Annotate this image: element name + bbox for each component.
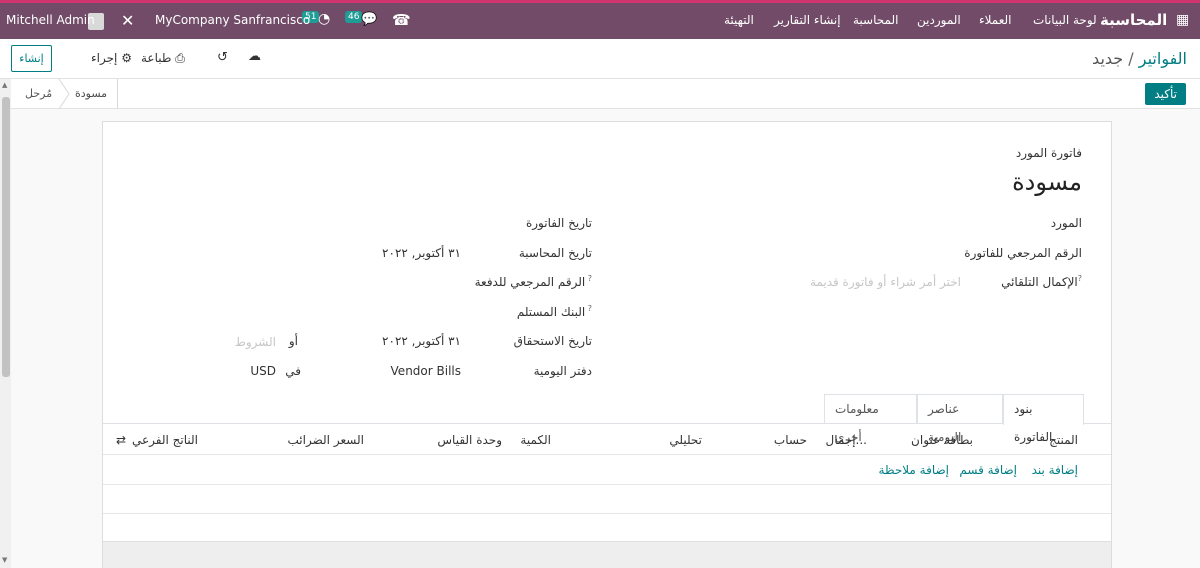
auto-complete-label-text: الإكمال التلقائي (1001, 275, 1078, 289)
breadcrumb-separator: / (1128, 49, 1134, 68)
print-label: طباعة (141, 51, 172, 65)
breadcrumb: الفواتير / جديد (1092, 49, 1187, 68)
chat-icon[interactable]: 💬 (361, 12, 377, 27)
col-quantity[interactable]: الكمية (520, 433, 551, 447)
tab-invoice-lines[interactable]: بنود الفاتورة (1003, 394, 1084, 444)
help-icon[interactable]: ? (585, 304, 592, 313)
due-date-field[interactable]: ٣١ أكتوبر, ٢٠٢٢ (382, 334, 461, 348)
gear-icon: ⚙ (121, 51, 132, 65)
add-section-link[interactable]: إضافة قسم (959, 463, 1017, 477)
discard-icon[interactable]: ↺ (217, 50, 228, 65)
payment-terms-input[interactable]: الشروط (235, 335, 276, 349)
recipient-bank-label-text: البنك المستلم (516, 305, 586, 319)
scroll-up-arrow[interactable]: ▲ (2, 81, 7, 89)
accounting-date-field[interactable]: ٣١ أكتوبر, ٢٠٢٢ (382, 246, 461, 260)
menu-dashboard[interactable]: لوحة البيانات (1033, 13, 1097, 27)
help-icon[interactable]: ? (585, 274, 592, 283)
menu-vendors[interactable]: الموردين (917, 13, 961, 27)
phone-icon[interactable]: ☎ (392, 11, 411, 29)
help-icon[interactable]: ? (1078, 274, 1082, 283)
col-taxes[interactable]: الضرائب (288, 433, 330, 447)
journal-field[interactable]: Vendor Bills (391, 364, 461, 378)
clock-icon[interactable]: ◔ (318, 11, 330, 27)
menu-accounting[interactable]: المحاسبة (853, 13, 898, 27)
apps-grid-icon[interactable]: ▦ (1176, 12, 1189, 28)
due-date-label: تاريخ الاستحقاق (513, 334, 592, 348)
currency-field[interactable]: USD (250, 364, 276, 378)
print-icon: ⎙ (175, 51, 185, 65)
bill-reference-label: الرقم المرجعي للفاتورة (964, 246, 1082, 260)
record-title: مسودة (1012, 168, 1082, 196)
optional-columns-icon[interactable]: ⇄ (116, 433, 126, 447)
save-cloud-icon[interactable]: ☁ (248, 49, 261, 64)
status-bar: تأكيد مُرحل مسودة (0, 79, 1200, 109)
col-analytic[interactable]: تحليلي (669, 433, 702, 447)
action-menu[interactable]: إجراء ⚙ (91, 51, 132, 65)
control-panel: الفواتير / جديد إنشاء إجراء ⚙ طباعة ⎙ ↺ … (0, 39, 1200, 79)
action-label: إجراء (91, 51, 118, 65)
top-navbar: ▦ المحاسبة لوحة البيانات العملاء الموردي… (0, 0, 1200, 39)
tab-journal-items[interactable]: عناصر اليومية (917, 394, 1003, 444)
add-line-link[interactable]: إضافة بند (1032, 463, 1078, 477)
bill-type-label: فاتورة المورد (1015, 146, 1082, 160)
col-subtotal[interactable]: الناتج الفرعي (132, 433, 198, 447)
add-note-link[interactable]: إضافة ملاحظة (879, 463, 949, 477)
accounting-date-label: تاريخ المحاسبة (518, 246, 592, 260)
table-footer (103, 541, 1111, 568)
create-button[interactable]: إنشاء (11, 45, 52, 72)
header-divider (103, 454, 1111, 455)
col-total[interactable]: إجمال... (825, 433, 867, 447)
messages-count-badge: 46 (345, 11, 363, 23)
confirm-button[interactable]: تأكيد (1145, 83, 1186, 105)
tabs-divider (103, 423, 1111, 424)
vendor-label: المورد (1050, 216, 1082, 230)
form-sheet: فاتورة المورد مسودة المورد الرقم المرجعي… (102, 121, 1112, 568)
menu-reporting[interactable]: إنشاء التقارير (774, 13, 841, 27)
app-name[interactable]: المحاسبة (1100, 11, 1167, 29)
page-scrollbar[interactable]: ▲ ▼ (0, 79, 11, 568)
or-label: أو (288, 334, 298, 348)
company-switcher[interactable]: MyCompany Sanfrancisco (155, 13, 310, 27)
recipient-bank-label: البنك المستلم ? (517, 304, 592, 319)
bill-date-label: تاريخ الفاتورة (525, 216, 592, 230)
scroll-down-arrow[interactable]: ▼ (2, 556, 7, 564)
stage-draft-label: مسودة (75, 87, 108, 100)
breadcrumb-current: جديد (1092, 49, 1124, 68)
stage-arrow-icon (58, 79, 70, 109)
user-menu[interactable]: Mitchell Admin (6, 13, 95, 27)
menu-configuration[interactable]: التهيئة (724, 13, 754, 27)
payment-reference-label: الرقم المرجعي للدفعة ? (475, 274, 592, 289)
col-product[interactable]: المنتج (1049, 433, 1078, 447)
stage-posted-label: مُرحل (25, 87, 53, 100)
row-divider (103, 513, 1111, 514)
debug-tools-icon[interactable]: ✕ (121, 11, 134, 30)
row-divider (103, 484, 1111, 485)
stage-draft[interactable]: مسودة (70, 79, 118, 109)
menu-customers[interactable]: العملاء (979, 13, 1012, 27)
payment-reference-label-text: الرقم المرجعي للدفعة (474, 275, 586, 289)
breadcrumb-bills-link[interactable]: الفواتير (1139, 49, 1187, 68)
journal-label: دفتر اليومية (533, 364, 592, 378)
col-label[interactable]: بطاقة عنوان (911, 433, 973, 447)
scrollbar-thumb[interactable] (2, 97, 10, 377)
print-menu[interactable]: طباعة ⎙ (141, 51, 185, 66)
auto-complete-label: الإكمال التلقائي? (1001, 274, 1082, 289)
tab-other-info[interactable]: معلومات أخرى (824, 394, 917, 444)
in-label: في (285, 364, 301, 378)
col-uom[interactable]: وحدة القياس (437, 433, 502, 447)
col-account[interactable]: حساب (774, 433, 807, 447)
col-price[interactable]: السعر (334, 433, 364, 447)
auto-complete-input[interactable]: اختر أمر شراء أو فاتورة قديمة (810, 275, 961, 289)
